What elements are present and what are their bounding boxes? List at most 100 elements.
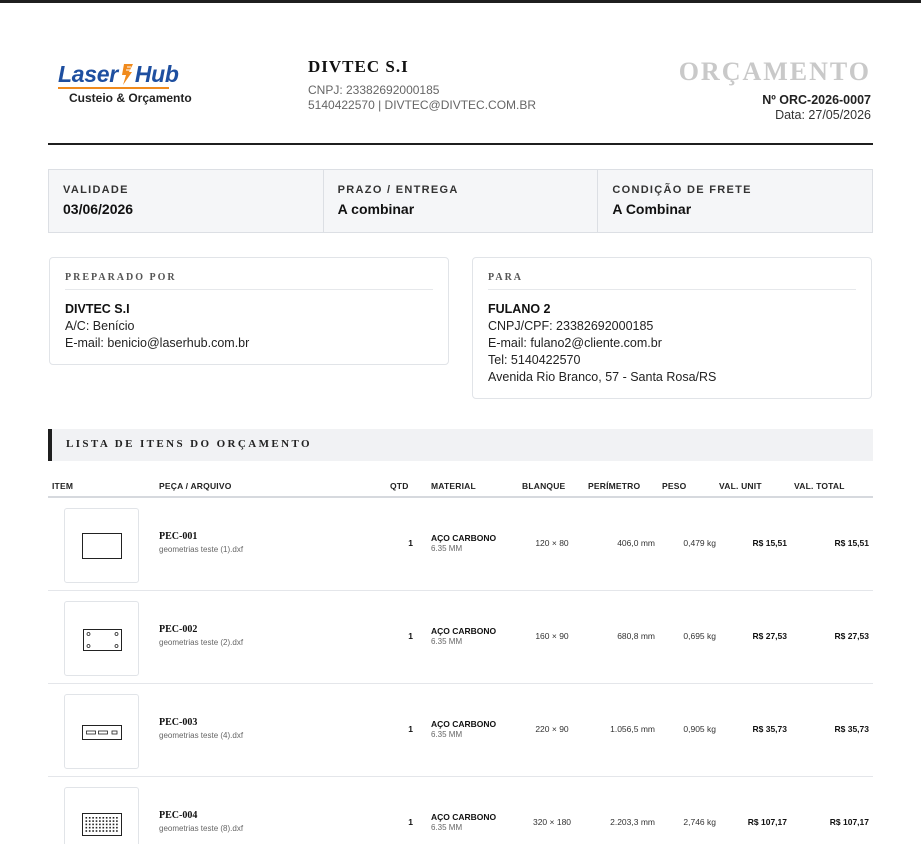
part-code: PEC-002: [159, 624, 198, 635]
grid-hole: [102, 826, 105, 829]
table-row: PEC-004 geometrias teste (8).dxf 1 AÇO C…: [48, 777, 873, 844]
summary-value: 03/06/2026: [63, 201, 134, 217]
grid-hole: [102, 817, 105, 819]
part-blank: 320 × 180: [532, 817, 572, 827]
summary-value: A combinar: [337, 201, 415, 217]
column-header-perimeter: PERÍMETRO: [588, 481, 641, 491]
grid-hole: [92, 826, 94, 829]
grid-hole: [85, 826, 88, 829]
grid-hole: [105, 830, 108, 832]
part-weight: 0,695 kg: [683, 631, 716, 641]
grid-hole: [92, 817, 94, 819]
document-header: ORÇAMENTO Nº ORC-2026-0007 Data: 27/05/2…: [679, 58, 871, 123]
summary-value: A Combinar: [612, 201, 692, 217]
grid-hole: [85, 830, 88, 832]
logo-underline: [58, 87, 169, 89]
grid-hole: [116, 817, 118, 819]
column-header-item: ITEM: [52, 481, 74, 491]
summary-validity: VALIDADE 03/06/2026: [49, 170, 324, 232]
grid-hole: [95, 823, 98, 826]
part-blank: 120 × 80: [535, 538, 569, 548]
grid-hole: [99, 830, 101, 832]
plate-slots-icon: [82, 725, 122, 740]
column-header-part: PEÇA / ARQUIVO: [159, 481, 232, 491]
company-cnpj: CNPJ: 23382692000185: [308, 83, 440, 97]
prepared-by-card: PREPARADO POR DIVTEC S.I A/C: Benício E-…: [49, 257, 449, 365]
prepared-by-name: DIVTEC S.I: [65, 302, 130, 316]
grid-hole: [92, 830, 94, 832]
part-thickness: 6.35 MM: [431, 637, 463, 646]
grid-hole: [112, 823, 115, 826]
recipient-email: E-mail: fulano2@cliente.com.br: [488, 336, 662, 350]
plate-hole-grid-icon: [82, 813, 122, 836]
grid-hole: [85, 817, 88, 819]
recipient-card: PARA FULANO 2 CNPJ/CPF: 23382692000185 E…: [472, 257, 872, 399]
part-weight: 2,746 kg: [683, 817, 716, 827]
part-thickness: 6.35 MM: [431, 544, 463, 553]
grid-hole: [105, 823, 108, 826]
part-total-value: R$ 107,17: [829, 817, 869, 827]
recipient-document: CNPJ/CPF: 23382692000185: [488, 319, 654, 333]
part-blank: 220 × 90: [535, 724, 569, 734]
part-code: PEC-003: [159, 717, 198, 728]
part-unit-value: R$ 35,73: [752, 724, 788, 734]
table-row: PEC-001 geometrias teste (1).dxf 1 AÇO C…: [48, 498, 873, 591]
summary-freight: CONDIÇÃO DE FRETE A Combinar: [598, 170, 872, 232]
grid-hole: [88, 830, 91, 832]
part-file: geometrias teste (8).dxf: [159, 824, 244, 833]
part-file: geometrias teste (1).dxf: [159, 545, 244, 554]
part-qty: 1: [408, 817, 413, 827]
part-file: geometrias teste (2).dxf: [159, 638, 244, 647]
prepared-by-label: PREPARADO POR: [65, 272, 433, 290]
part-total-value: R$ 15,51: [834, 538, 870, 548]
grid-hole: [99, 817, 101, 819]
grid-hole: [92, 823, 94, 826]
grid-hole: [95, 830, 98, 832]
part-thumbnail: [64, 694, 139, 769]
grid-hole: [112, 826, 115, 829]
grid-hole: [109, 826, 111, 829]
part-code: PEC-001: [159, 531, 198, 542]
summary-delivery: PRAZO / ENTREGA A combinar: [324, 170, 599, 232]
part-weight: 0,479 kg: [683, 538, 716, 548]
part-material: AÇO CARBONO: [431, 812, 497, 822]
plate-four-holes-icon: [83, 629, 122, 651]
grid-hole: [88, 823, 91, 826]
part-thumbnail: [64, 601, 139, 676]
part-material: AÇO CARBONO: [431, 719, 497, 729]
grid-hole: [99, 820, 101, 822]
table-row: PEC-002 geometrias teste (2).dxf 1 AÇO C…: [48, 591, 873, 684]
part-thickness: 6.35 MM: [431, 730, 463, 739]
grid-hole: [116, 820, 118, 822]
items-section-title: LISTA DE ITENS DO ORÇAMENTO: [66, 438, 312, 450]
part-unit-value: R$ 107,17: [747, 817, 787, 827]
summary-label: PRAZO / ENTREGA: [337, 184, 459, 196]
part-unit-value: R$ 27,53: [752, 631, 788, 641]
grid-hole: [99, 826, 101, 829]
top-border: [0, 0, 921, 3]
laserhub-logo: Laser Hub Custeio & Orçamento: [58, 62, 208, 105]
document-date: Data: 27/05/2026: [775, 108, 871, 122]
grid-hole: [109, 823, 111, 826]
grid-hole: [116, 826, 118, 829]
grid-hole: [85, 820, 88, 822]
part-code: PEC-004: [159, 810, 198, 821]
part-blank: 160 × 90: [535, 631, 569, 641]
recipient-name: FULANO 2: [488, 302, 551, 316]
recipient-label: PARA: [488, 272, 856, 290]
grid-hole: [112, 820, 115, 822]
items-table-header: ITEM PEÇA / ARQUIVO QTD MATERIAL BLANQUE…: [48, 476, 873, 498]
grid-hole: [88, 820, 91, 822]
grid-hole: [116, 830, 118, 832]
part-unit-value: R$ 15,51: [752, 538, 788, 548]
part-thumbnail: [64, 508, 139, 583]
grid-hole: [99, 823, 101, 826]
prepared-by-attention: A/C: Benício: [65, 319, 135, 333]
column-header-unit-value: VAL. UNIT: [719, 481, 762, 491]
grid-hole: [95, 817, 98, 819]
column-header-weight: PESO: [662, 481, 687, 491]
part-total-value: R$ 35,73: [834, 724, 870, 734]
company-info: DIVTEC S.I CNPJ: 23382692000185 51404225…: [308, 57, 536, 113]
part-material: AÇO CARBONO: [431, 626, 497, 636]
part-thickness: 6.35 MM: [431, 823, 463, 832]
